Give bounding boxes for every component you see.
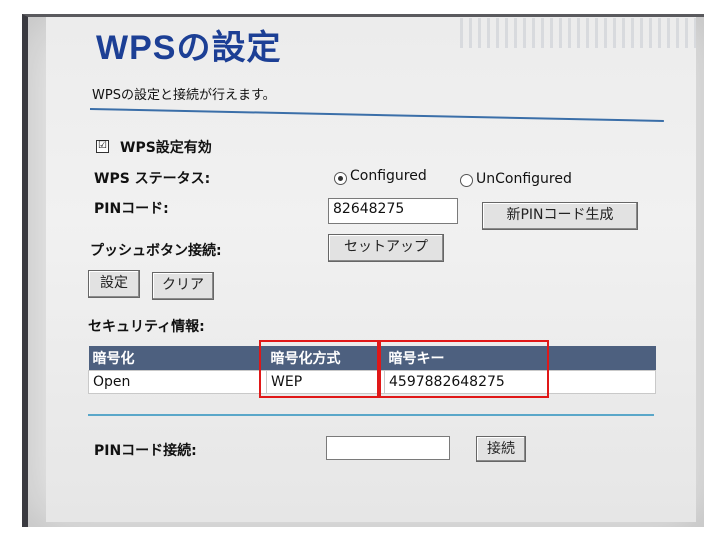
page-subtitle: WPSの設定と接続が行えます。 xyxy=(92,88,276,103)
divider-bottom xyxy=(88,414,654,416)
header-encryption: 暗号化 xyxy=(88,346,267,371)
push-button-label: プッシュボタン接続: xyxy=(90,243,222,259)
status-configured-radio[interactable] xyxy=(334,172,347,185)
highlight-box-key xyxy=(379,340,549,398)
status-unconfigured-label: UnConfigured xyxy=(476,171,572,187)
setup-button[interactable]: セットアップ xyxy=(328,234,444,262)
wps-enable-checkbox[interactable]: ☑ xyxy=(96,140,109,153)
status-configured-label: Configured xyxy=(350,168,427,184)
wps-status-label: WPS ステータス: xyxy=(94,171,211,187)
pin-input[interactable]: 82648275 xyxy=(328,198,458,224)
pin-connect-label: PINコード接続: xyxy=(94,443,197,459)
page-title: WPSの設定 xyxy=(96,29,282,67)
new-pin-button[interactable]: 新PINコード生成 xyxy=(482,202,638,230)
wps-enable-label: WPS設定有効 xyxy=(120,140,212,156)
highlight-box-method xyxy=(259,340,379,398)
apply-button[interactable]: 設定 xyxy=(88,270,140,298)
cell-encryption: Open xyxy=(88,370,267,394)
pin-connect-input[interactable] xyxy=(326,436,450,460)
security-info-label: セキュリティ情報: xyxy=(88,319,205,335)
pin-label: PINコード: xyxy=(94,201,169,217)
clear-button[interactable]: クリア xyxy=(152,272,214,300)
connect-button[interactable]: 接続 xyxy=(476,436,526,462)
status-unconfigured-radio[interactable] xyxy=(460,174,473,187)
screen-glare xyxy=(460,18,696,48)
